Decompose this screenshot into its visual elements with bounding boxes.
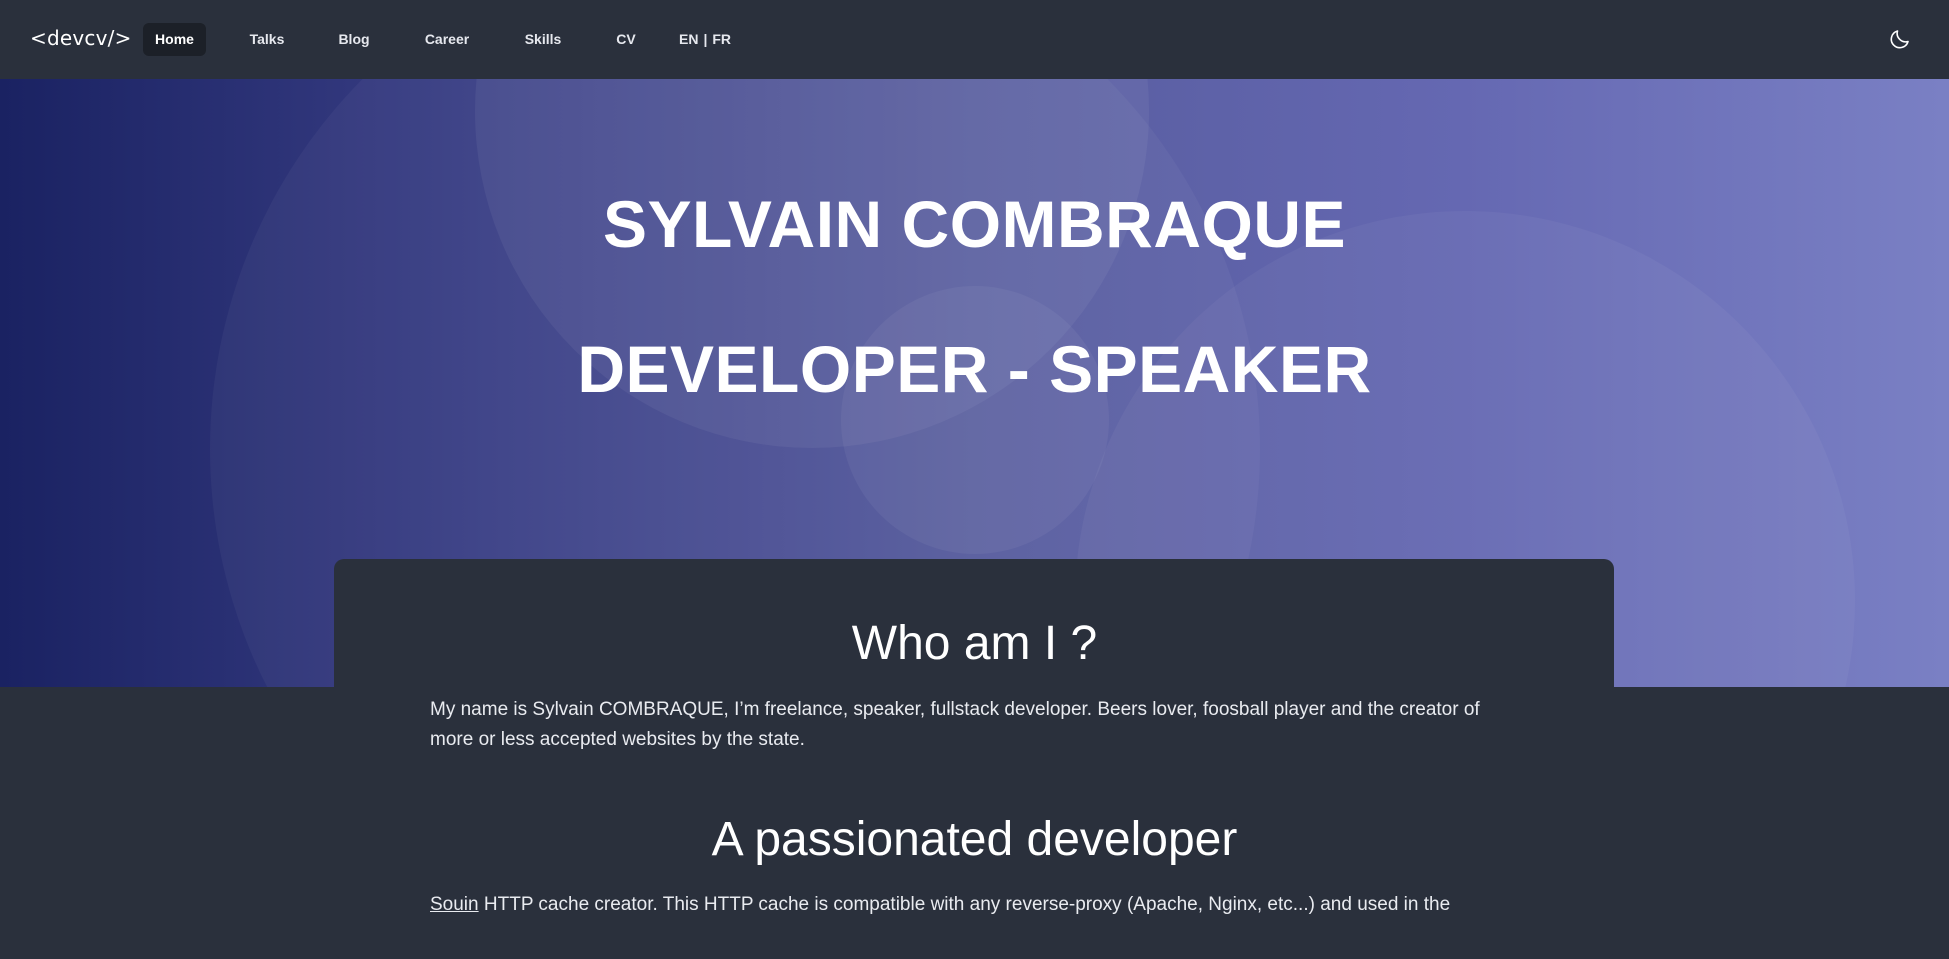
souin-description: HTTP cache creator. This HTTP cache is c…	[478, 894, 1451, 915]
nav-item-cv[interactable]: CV	[612, 23, 640, 56]
hero-role: DEVELOPER - SPEAKER	[577, 332, 1372, 406]
language-en-link[interactable]: EN	[679, 23, 698, 56]
language-separator: |	[703, 31, 708, 47]
language-fr-link[interactable]: FR	[712, 23, 731, 56]
nav-item-home[interactable]: Home	[143, 23, 206, 56]
nav-item-talks[interactable]: Talks	[244, 23, 290, 56]
intro-paragraph: My name is Sylvain COMBRAQUE, I’m freela…	[430, 699, 1480, 750]
nav-item-blog[interactable]: Blog	[335, 23, 373, 56]
hero-name: SYLVAIN COMBRAQUE	[602, 187, 1347, 261]
top-navbar: <devcv/> Home Talks Blog Career Skills C…	[0, 0, 1949, 79]
passionated-developer-heading: A passionated developer	[711, 813, 1238, 866]
souin-link[interactable]: Souin	[430, 894, 479, 915]
souin-paragraph: Souin HTTP cache creator. This HTTP cach…	[430, 890, 1520, 920]
site-logo[interactable]: <devcv/>	[30, 26, 132, 50]
nav-item-career[interactable]: Career	[420, 23, 474, 56]
moon-icon[interactable]	[1888, 27, 1912, 51]
language-switcher: EN | FR	[679, 23, 731, 56]
who-am-i-heading: Who am I ?	[851, 617, 1098, 670]
nav-item-skills[interactable]: Skills	[520, 23, 566, 56]
